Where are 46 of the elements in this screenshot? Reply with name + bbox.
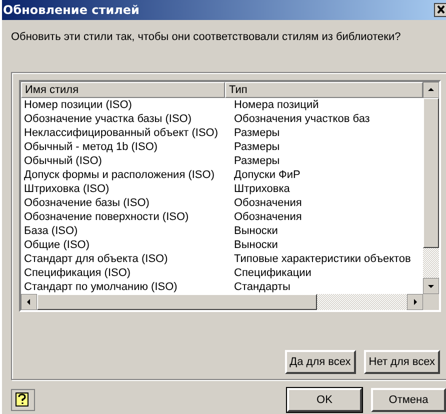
scroll-left-icon[interactable]	[21, 294, 37, 310]
close-icon[interactable]	[434, 3, 446, 17]
table-cell-text: Обозначение участка базы (ISO)	[23, 112, 193, 126]
scroll-down-icon[interactable]	[423, 278, 439, 294]
question-text: Обновить эти стили так, чтобы они соответствовали стилям из библиотеки?	[10, 30, 402, 45]
table-cell-text: База (ISO)	[23, 224, 79, 238]
scroll-right-icon[interactable]	[407, 294, 423, 310]
vertical-scrollbar[interactable]	[423, 82, 439, 294]
scrollbar-corner	[423, 294, 439, 310]
cancel-button[interactable]: Отмена	[371, 388, 446, 412]
table-cell-text: Обозначение поверхности (ISO)	[23, 210, 190, 224]
styles-list[interactable]	[19, 80, 441, 312]
table-cell-text: Обозначения участков баз	[233, 112, 371, 126]
table-cell-text: Обозначение базы (ISO)	[23, 196, 150, 210]
ok-button[interactable]: OK	[287, 388, 362, 412]
table-cell-text: Общие (ISO)	[23, 238, 91, 252]
table-cell-text: Спецификации	[233, 266, 312, 280]
window-title: Обновление стилей	[3, 3, 140, 17]
table-cell-text: Обозначения	[233, 210, 303, 224]
table-cell-text: Размеры	[233, 126, 281, 140]
horizontal-scrollbar[interactable]	[21, 294, 439, 310]
table-cell-text: Выноски	[233, 224, 279, 238]
apply-all-button[interactable]: Нет для всех	[364, 350, 440, 374]
table-cell-text: Обычный - метод 1b (ISO)	[23, 140, 159, 154]
table-cell-text: Допуск формы и расположения (ISO)	[23, 168, 216, 182]
column-header[interactable]: Тип	[225, 82, 423, 98]
scroll-up-icon[interactable]	[423, 82, 439, 98]
table-cell-text: Выноски	[233, 238, 279, 252]
table-cell-text: Спецификация (ISO)	[23, 266, 132, 280]
table-cell-text: Обозначения	[233, 196, 303, 210]
apply-all-button[interactable]: Да для всех	[284, 350, 356, 374]
table-cell-text: Допуски ФиР	[233, 168, 302, 182]
table-cell-text: Штриховка (ISO)	[23, 182, 110, 196]
table-cell-text: Размеры	[233, 154, 281, 168]
help-icon[interactable]	[11, 389, 35, 411]
table-cell-text: Стандарт для объекта (ISO)	[23, 252, 169, 266]
column-header[interactable]: Имя стиля	[21, 82, 225, 98]
table-cell-text: Типовые характеристики объектов	[233, 252, 412, 266]
table-cell-text: Штриховка	[233, 182, 291, 196]
table-cell-text: Стандарт по умолчанию (ISO)	[23, 280, 178, 294]
table-cell-text: Неклассифицированный объект (ISO)	[23, 126, 219, 140]
table-cell-text: Номер позиции (ISO)	[23, 98, 133, 112]
table-cell-text: Обычный (ISO)	[23, 154, 103, 168]
table-cell-text: Стандарты	[233, 280, 292, 294]
table-cell-text: Номера позиций	[233, 98, 320, 112]
table-cell-text: Размеры	[233, 140, 281, 154]
